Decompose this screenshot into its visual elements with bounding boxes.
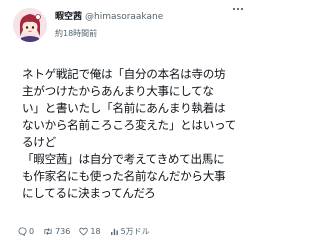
repost-count: 736 bbox=[55, 226, 71, 236]
like-button[interactable]: 18 bbox=[79, 226, 101, 236]
author-header: 暇空茜 @himasoraakane bbox=[55, 11, 163, 23]
avatar[interactable] bbox=[13, 8, 47, 42]
like-count: 18 bbox=[90, 226, 101, 236]
views-count: 5万ドル bbox=[120, 226, 150, 236]
post-text: ネトゲ戦記で俺は「自分の本名は寺の坊 主がつけたからあんまり大事にしてな い」と… bbox=[22, 66, 246, 202]
author-display-name[interactable]: 暇空茜 bbox=[55, 12, 82, 22]
post-text-line: 「暇空茜」は自分で考えてきめて出馬に bbox=[22, 152, 225, 166]
post-text-line: い」と書いたし「名前にあんまり執着は bbox=[22, 101, 226, 115]
post-text-line: るけど bbox=[22, 135, 56, 149]
like-icon bbox=[79, 227, 89, 235]
reply-icon bbox=[18, 226, 27, 236]
post-timestamp[interactable]: 約18時間前 bbox=[55, 28, 97, 39]
post-text-line: ないから名前ころころ変えた」とはいって bbox=[22, 118, 237, 132]
post-text-line: にしてるに決まってんだろ bbox=[22, 186, 156, 200]
more-options-button[interactable] bbox=[230, 3, 246, 15]
author-handle[interactable]: @himasoraakane bbox=[85, 12, 163, 22]
more-icon bbox=[232, 7, 244, 11]
repost-icon bbox=[44, 227, 52, 235]
avatar-image bbox=[13, 8, 47, 42]
post-actions: 0 736 18 5万ドル bbox=[18, 225, 159, 237]
post-text-line: も作家名にも使った名前なんだから大事 bbox=[22, 169, 226, 183]
reply-button[interactable]: 0 bbox=[18, 227, 34, 236]
reply-count: 0 bbox=[29, 226, 35, 236]
repost-button[interactable]: 736 bbox=[43, 227, 70, 236]
post-text-line: ネトゲ戦記で俺は「自分の本名は寺の坊 bbox=[22, 67, 226, 81]
views-button[interactable]: 5万ドル bbox=[110, 226, 150, 237]
views-icon bbox=[110, 228, 118, 235]
post-text-line: 主がつけたからあんまり大事にしてな bbox=[22, 84, 214, 98]
